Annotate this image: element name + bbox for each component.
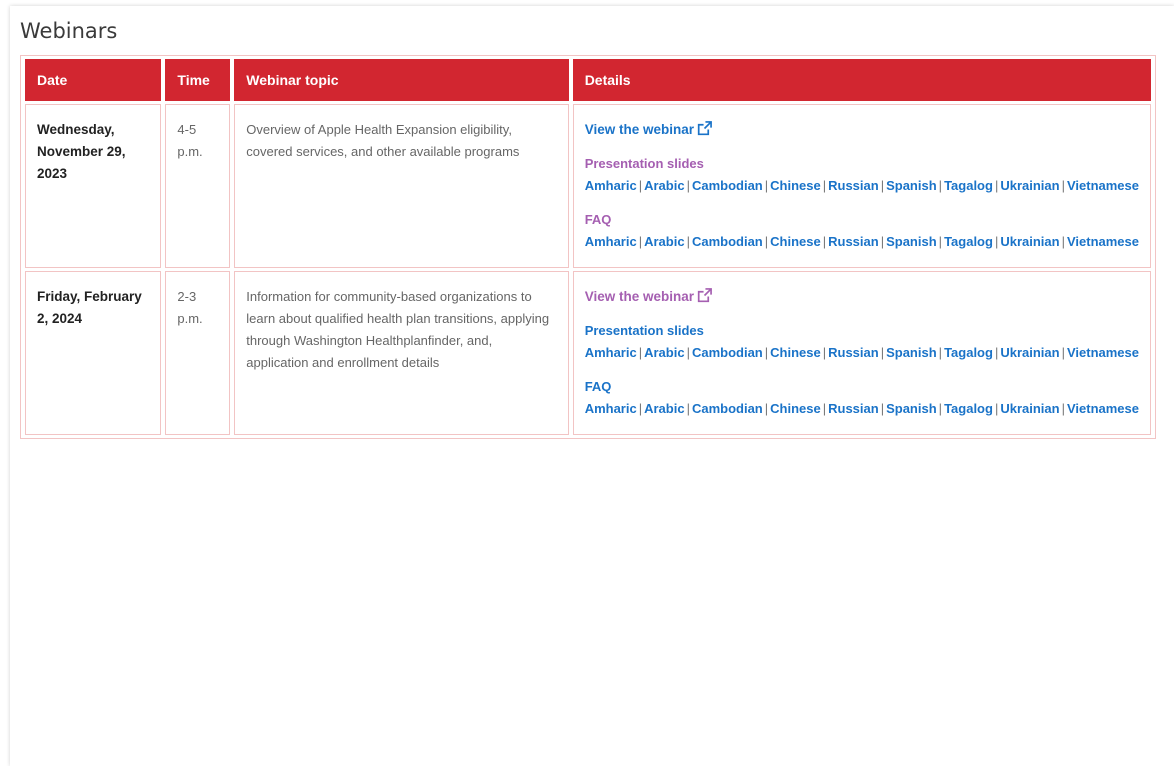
separator: | <box>1061 401 1065 416</box>
slides-language-links: Amharic | Arabic | Cambodian | Chinese | Russian… <box>585 175 1139 197</box>
slides-language-link[interactable]: Amharic <box>585 345 637 360</box>
separator: | <box>686 178 690 193</box>
separator: | <box>686 234 690 249</box>
faq-language-link[interactable]: Arabic <box>644 401 684 416</box>
slides-language-link[interactable]: Amharic <box>585 178 637 193</box>
faq-language-link[interactable]: Arabic <box>644 234 684 249</box>
view-webinar-label: View the webinar <box>584 289 694 304</box>
faq-language-link[interactable]: Russian <box>828 401 879 416</box>
slides-language-link[interactable]: Ukrainian <box>1000 345 1059 360</box>
faq-language-link[interactable]: Tagalog <box>944 401 993 416</box>
slides-language-link[interactable]: Russian <box>828 345 879 360</box>
view-webinar-link[interactable]: View the webinar <box>584 288 712 304</box>
separator: | <box>880 401 885 416</box>
faq-language-links: Amharic | Arabic | Cambodian | Chinese | Russian… <box>585 398 1139 420</box>
topic-cell: Overview of Apple Health Expansion eligi… <box>234 104 569 268</box>
faq-language-links: Amharic | Arabic | Cambodian | Chinese | Russian… <box>585 231 1139 253</box>
slides-language-link[interactable]: Cambodian <box>692 178 763 193</box>
external-link-icon <box>697 288 712 303</box>
slides-language-link[interactable]: Spanish <box>886 178 937 193</box>
header-details: Details <box>572 59 1151 101</box>
external-link-icon <box>697 121 712 136</box>
faq-label: FAQ <box>584 379 612 394</box>
slides-language-link[interactable]: Vietnamese <box>1067 345 1139 360</box>
details-cell: View the webinar Presentation slides Amhar… <box>572 104 1151 268</box>
webinar-topic: Information for community-based organiza… <box>246 289 550 370</box>
slides-language-link[interactable]: Russian <box>828 178 879 193</box>
separator: | <box>686 401 690 416</box>
faq-language-link[interactable]: Chinese <box>770 234 821 249</box>
faq-language-link[interactable]: Cambodian <box>692 401 763 416</box>
slides-language-link[interactable]: Chinese <box>770 178 821 193</box>
table-header-row: Date Time Webinar topic Details <box>25 59 1151 101</box>
separator: | <box>1061 234 1065 249</box>
faq-language-link[interactable]: Spanish <box>886 234 937 249</box>
section-heading: Webinars <box>20 19 118 43</box>
faq-language-link[interactable]: Vietnamese <box>1067 401 1139 416</box>
separator: | <box>686 345 690 360</box>
separator: | <box>1061 178 1065 193</box>
slides-language-link[interactable]: Cambodian <box>692 345 763 360</box>
faq-language-link[interactable]: Ukrainian <box>1000 234 1059 249</box>
details-cell: View the webinar Presentation slides Amhar… <box>572 271 1151 435</box>
faq-label: FAQ <box>584 212 612 227</box>
faq-language-link[interactable]: Russian <box>828 234 879 249</box>
webinar-time: 2-3 p.m. <box>177 289 203 326</box>
header-date: Date <box>25 59 162 101</box>
faq-language-link[interactable]: Tagalog <box>944 234 993 249</box>
topic-cell: Information for community-based organiza… <box>234 271 569 435</box>
slides-language-links: Amharic | Arabic | Cambodian | Chinese | Russian… <box>585 342 1139 364</box>
slides-language-link[interactable]: Arabic <box>644 345 684 360</box>
separator: | <box>938 234 943 249</box>
presentation-slides-label: Presentation slides <box>584 156 704 171</box>
time-cell: 2-3 p.m. <box>165 271 231 435</box>
webinars-table: Date Time Webinar topic Details Wednesda… <box>20 55 1156 439</box>
separator: | <box>638 234 643 249</box>
slides-language-link[interactable]: Arabic <box>644 178 684 193</box>
separator: | <box>1061 345 1065 360</box>
slides-language-link[interactable]: Chinese <box>770 345 821 360</box>
presentation-slides-label: Presentation slides <box>584 323 704 338</box>
table-row: Friday, February 2, 2024 2-3 p.m. Informat… <box>25 271 1151 435</box>
view-webinar-link[interactable]: View the webinar <box>584 121 712 137</box>
faq-language-link[interactable]: Amharic <box>585 234 637 249</box>
slides-language-link[interactable]: Spanish <box>886 345 937 360</box>
separator: | <box>638 345 643 360</box>
separator: | <box>638 401 643 416</box>
separator: | <box>938 345 943 360</box>
view-webinar-label: View the webinar <box>584 122 694 137</box>
slides-language-link[interactable]: Tagalog <box>944 345 993 360</box>
faq-language-link[interactable]: Ukrainian <box>1000 401 1059 416</box>
slides-language-link[interactable]: Vietnamese <box>1067 178 1139 193</box>
header-time: Time <box>165 59 231 101</box>
table-row: Wednesday, November 29, 2023 4-5 p.m. Over… <box>25 104 1151 268</box>
slides-language-link[interactable]: Tagalog <box>944 178 993 193</box>
webinar-topic: Overview of Apple Health Expansion eligi… <box>246 122 520 159</box>
faq-language-link[interactable]: Cambodian <box>692 234 763 249</box>
separator: | <box>638 178 643 193</box>
faq-language-link[interactable]: Vietnamese <box>1067 234 1139 249</box>
webinar-time: 4-5 p.m. <box>177 122 203 159</box>
webinar-date: Friday, February 2, 2024 <box>37 289 142 326</box>
separator: | <box>938 178 943 193</box>
slides-language-link[interactable]: Ukrainian <box>1000 178 1059 193</box>
separator: | <box>880 234 885 249</box>
separator: | <box>880 345 885 360</box>
faq-language-link[interactable]: Chinese <box>770 401 821 416</box>
date-cell: Wednesday, November 29, 2023 <box>25 104 162 268</box>
date-cell: Friday, February 2, 2024 <box>25 271 162 435</box>
separator: | <box>938 401 943 416</box>
webinar-date: Wednesday, November 29, 2023 <box>37 122 126 181</box>
separator: | <box>880 178 885 193</box>
time-cell: 4-5 p.m. <box>165 104 231 268</box>
header-topic: Webinar topic <box>234 59 569 101</box>
faq-language-link[interactable]: Spanish <box>886 401 937 416</box>
faq-language-link[interactable]: Amharic <box>585 401 637 416</box>
